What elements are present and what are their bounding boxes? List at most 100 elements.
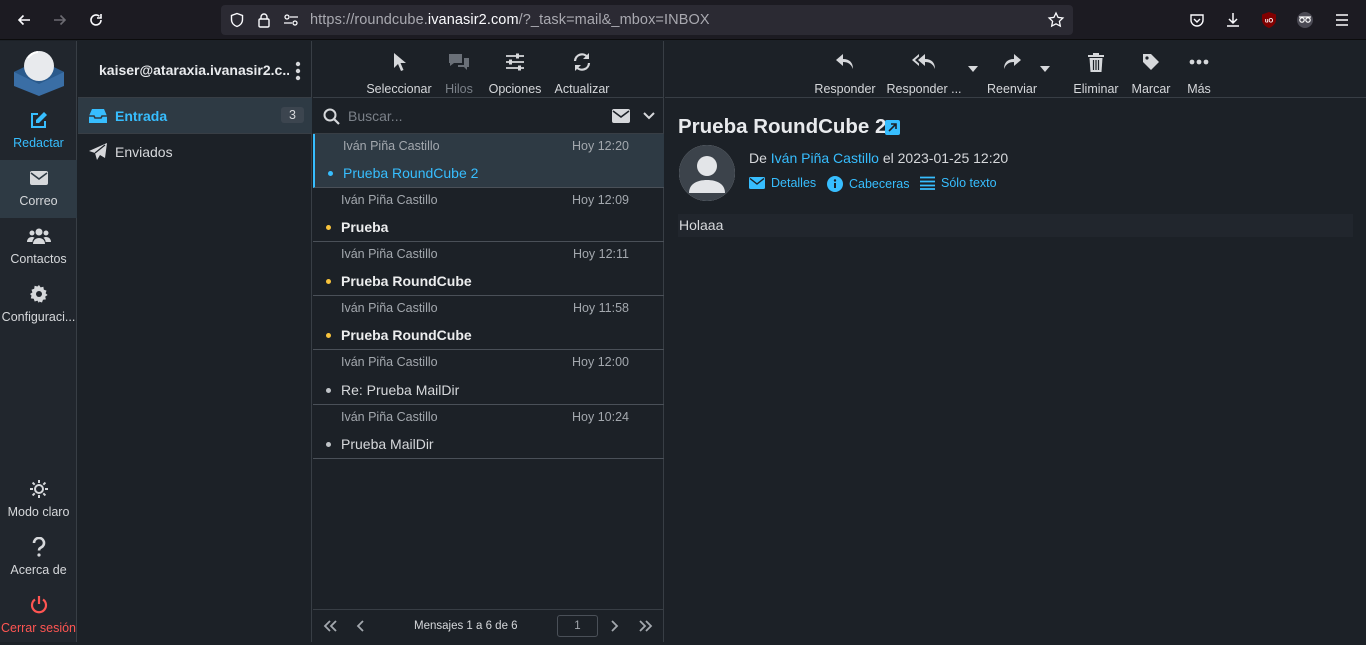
message-from: Iván Piña Castillo bbox=[341, 193, 438, 207]
shield-icon[interactable] bbox=[229, 12, 245, 28]
search-input[interactable]: Buscar... bbox=[348, 108, 402, 124]
message-row[interactable]: Iván Piña Castillo Hoy 12:00 Re: Prueba … bbox=[313, 350, 664, 405]
options-label: Opciones bbox=[488, 82, 542, 96]
pocket-icon[interactable] bbox=[1185, 8, 1209, 32]
back-icon[interactable] bbox=[12, 8, 36, 32]
list-icon bbox=[920, 176, 935, 190]
folder-sent-label: Enviados bbox=[115, 144, 173, 160]
page-number-input[interactable]: 1 bbox=[557, 615, 598, 637]
details-link[interactable]: Detalles bbox=[749, 176, 816, 190]
url-text: https://roundcube.ivanasir2.com/?_task=m… bbox=[310, 12, 710, 28]
nav-about[interactable]: Acerca de bbox=[0, 529, 77, 587]
message-row[interactable]: Iván Piña Castillo Hoy 10:24 Prueba Mail… bbox=[313, 405, 664, 459]
message-row[interactable]: Iván Piña Castillo Hoy 12:11 Prueba Roun… bbox=[313, 242, 664, 296]
select-label: Seleccionar bbox=[366, 82, 432, 96]
nav-light-mode[interactable]: Modo claro bbox=[0, 471, 77, 529]
status-dot bbox=[326, 442, 331, 447]
folder-inbox-label: Entrada bbox=[115, 108, 168, 124]
options-button[interactable]: Opciones bbox=[485, 41, 545, 98]
last-page-icon[interactable] bbox=[638, 619, 654, 633]
status-dot bbox=[326, 388, 331, 393]
reply-all-label: Responder ... bbox=[886, 82, 962, 96]
forward-button[interactable]: Reenviar bbox=[982, 41, 1042, 98]
envelope-filter-icon[interactable] bbox=[612, 109, 630, 123]
nav-mail[interactable]: Correo bbox=[0, 160, 77, 218]
headers-link[interactable]: Cabeceras bbox=[827, 176, 909, 192]
forward-icon[interactable] bbox=[48, 8, 72, 32]
folder-sent[interactable]: Enviados bbox=[78, 134, 312, 170]
info-icon bbox=[827, 176, 843, 192]
sender-link[interactable]: Iván Piña Castillo bbox=[771, 150, 879, 166]
account-name: kaiser@ataraxia.ivanasir2.c... bbox=[99, 62, 289, 78]
message-subject: Prueba RoundCube bbox=[341, 273, 472, 289]
lock-icon[interactable] bbox=[256, 12, 272, 28]
details-label: Detalles bbox=[771, 176, 817, 190]
message-row[interactable]: Iván Piña Castillo Hoy 11:58 Prueba Roun… bbox=[313, 296, 664, 350]
message-list-pane: Seleccionar Hilos Opciones Actualizar Bu… bbox=[313, 41, 664, 642]
folder-inbox[interactable]: Entrada 3 bbox=[78, 98, 312, 134]
plain-text-link[interactable]: Sólo texto bbox=[920, 176, 997, 190]
menu-icon[interactable] bbox=[1330, 8, 1354, 32]
share-icon bbox=[982, 50, 1042, 74]
refresh-button[interactable]: Actualizar bbox=[550, 41, 614, 98]
list-toolbar: Seleccionar Hilos Opciones Actualizar bbox=[313, 41, 664, 98]
unread-dot bbox=[326, 333, 331, 338]
search-bar[interactable]: Buscar... bbox=[313, 98, 664, 134]
message-from: Iván Piña Castillo bbox=[341, 410, 438, 424]
inbox-icon bbox=[88, 107, 108, 125]
ublock-origin-icon[interactable]: uO bbox=[1257, 8, 1281, 32]
delete-button[interactable]: Eliminar bbox=[1068, 41, 1124, 98]
forward-dropdown-icon[interactable] bbox=[1040, 66, 1050, 72]
message-from: Iván Piña Castillo bbox=[341, 301, 438, 315]
nav-compose[interactable]: Redactar bbox=[0, 102, 77, 160]
more-label: Más bbox=[1187, 82, 1211, 96]
message-date: Hoy 12:09 bbox=[572, 193, 629, 207]
envelope-icon bbox=[0, 166, 77, 190]
bookmark-star-icon[interactable] bbox=[1047, 11, 1065, 29]
message-from: Iván Piña Castillo bbox=[341, 355, 438, 369]
compose-icon bbox=[0, 108, 77, 132]
profile-icon[interactable] bbox=[1293, 8, 1317, 32]
chevron-down-icon[interactable] bbox=[643, 111, 655, 121]
pager: Mensajes 1 a 6 de 6 1 bbox=[313, 609, 664, 642]
subject-text: Prueba RoundCube 2 bbox=[678, 115, 887, 138]
message-row[interactable]: Iván Piña Castillo Hoy 12:09 Prueba bbox=[313, 188, 664, 242]
plain-text-label: Sólo texto bbox=[941, 176, 997, 190]
downloads-icon[interactable] bbox=[1221, 8, 1245, 32]
nav-logout[interactable]: Cerrar sesión bbox=[0, 587, 77, 645]
reply-all-dropdown-icon[interactable] bbox=[968, 66, 978, 72]
question-icon bbox=[0, 535, 77, 559]
mark-button[interactable]: Marcar bbox=[1127, 41, 1175, 98]
nav-compose-label: Redactar bbox=[13, 136, 64, 150]
reply-button[interactable]: Responder bbox=[810, 41, 880, 98]
unread-dot bbox=[326, 279, 331, 284]
nav-logout-label: Cerrar sesión bbox=[0, 621, 77, 635]
reload-icon[interactable] bbox=[84, 8, 108, 32]
refresh-label: Actualizar bbox=[554, 82, 610, 96]
permissions-icon[interactable] bbox=[283, 12, 299, 28]
message-date: Hoy 12:00 bbox=[572, 355, 629, 369]
prev-page-icon[interactable] bbox=[356, 619, 366, 633]
nav-settings[interactable]: Configuraci... bbox=[0, 276, 77, 334]
address-bar[interactable]: https://roundcube.ivanasir2.com/?_task=m… bbox=[221, 5, 1073, 35]
message-subject-heading: Prueba RoundCube 2 bbox=[678, 115, 886, 139]
comments-icon bbox=[439, 50, 479, 74]
more-button[interactable]: Más bbox=[1179, 41, 1219, 98]
first-page-icon[interactable] bbox=[322, 619, 338, 633]
threads-button[interactable]: Hilos bbox=[439, 41, 479, 98]
nav-contacts[interactable]: Contactos bbox=[0, 218, 77, 276]
message-row[interactable]: Iván Piña Castillo Hoy 12:20 Prueba Roun… bbox=[313, 134, 664, 188]
message-subject: Re: Prueba MailDir bbox=[341, 382, 460, 398]
forward-label: Reenviar bbox=[986, 82, 1038, 96]
roundcube-logo bbox=[12, 46, 66, 96]
reading-pane: Responder Responder ... Reenviar Elimina… bbox=[665, 41, 1366, 642]
next-page-icon[interactable] bbox=[609, 619, 619, 633]
reply-all-button[interactable]: Responder ... bbox=[885, 41, 963, 98]
select-button[interactable]: Seleccionar bbox=[364, 41, 434, 98]
open-in-new-window-icon[interactable] bbox=[885, 120, 900, 135]
kebab-menu-icon[interactable] bbox=[295, 61, 301, 81]
avatar bbox=[679, 145, 735, 201]
message-subject: Prueba bbox=[341, 219, 389, 235]
message-from: Iván Piña Castillo bbox=[343, 139, 440, 153]
mark-label: Marcar bbox=[1131, 82, 1171, 96]
